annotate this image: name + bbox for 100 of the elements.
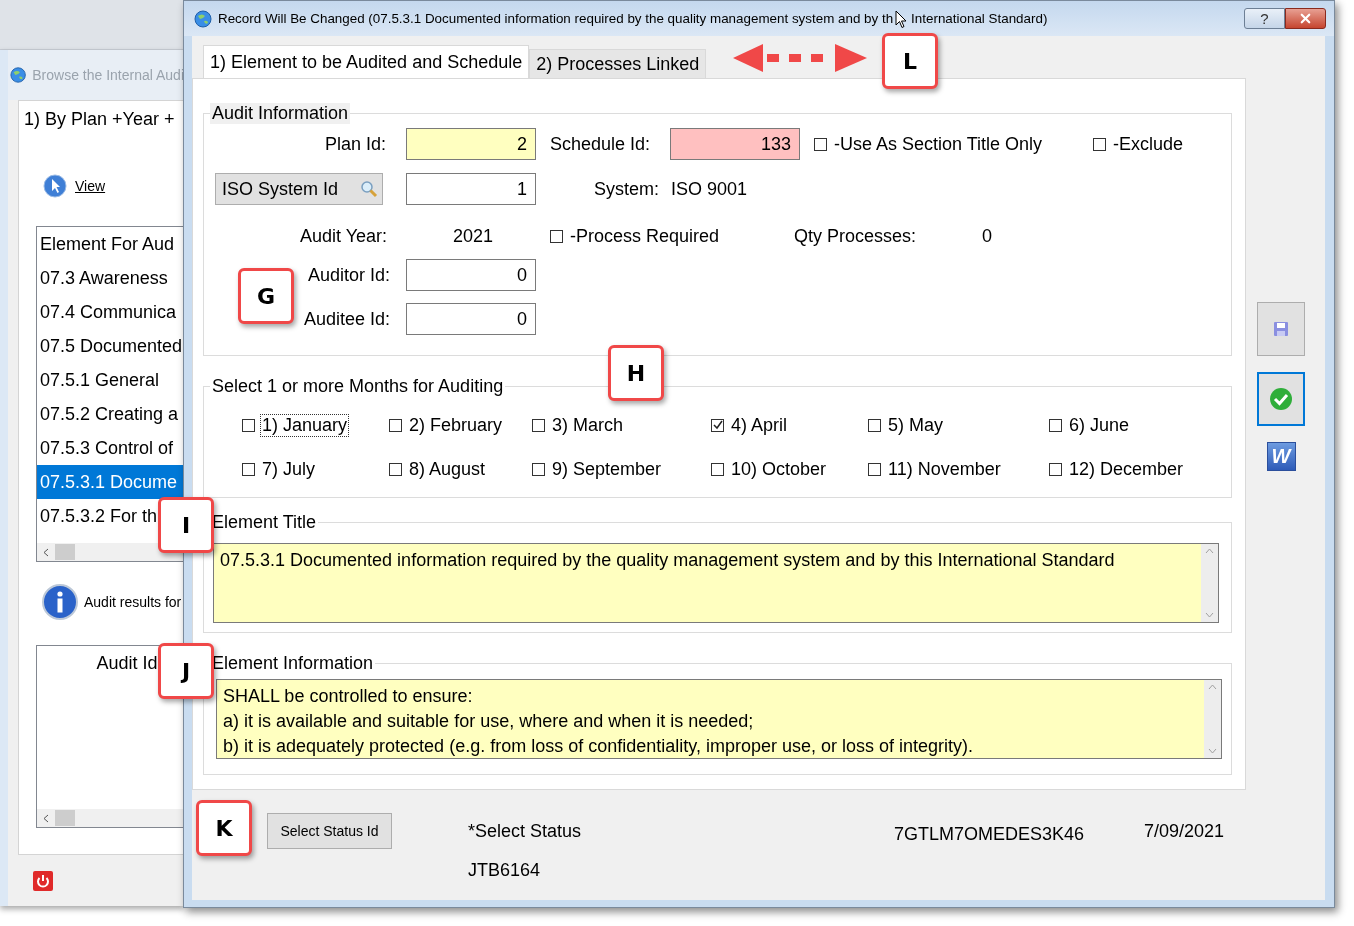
field-label: Plan Id: [323, 133, 386, 155]
checkbox[interactable] [711, 462, 724, 476]
scrollbar-thumb[interactable] [55, 810, 75, 826]
checkbox-label[interactable]: 7) July [261, 458, 316, 480]
select-status-button[interactable]: Select Status Id [267, 813, 392, 849]
checkbox-label[interactable]: 8) August [408, 458, 487, 480]
info-icon [42, 584, 78, 620]
checkbox-label[interactable]: 9) September [551, 458, 663, 480]
scrollbar[interactable] [37, 543, 184, 561]
info-text: Audit results for [84, 594, 182, 610]
view-link[interactable]: View [43, 174, 106, 198]
checkbox[interactable] [1049, 418, 1062, 432]
field-value: 0 [982, 225, 992, 247]
checkbox[interactable] [711, 418, 724, 432]
checkbox[interactable] [868, 462, 881, 476]
scroll-left-icon[interactable] [43, 547, 49, 557]
auditee-id-field[interactable]: 0 [406, 303, 536, 335]
column-header: Audit Id [95, 652, 158, 675]
checkbox-label[interactable]: 1) January [261, 414, 349, 436]
iso-system-id-field[interactable]: 1 [406, 173, 536, 205]
window-title: International Standard) [911, 11, 1048, 26]
checkbox-label[interactable]: 11) November [887, 458, 1002, 480]
field-value: ISO 9001 [671, 178, 748, 200]
globe-icon [194, 9, 212, 28]
field-text: 07.5.3.1 Documented information required by the quality management system and by this International Standard [219, 549, 1116, 572]
close-icon [1298, 11, 1313, 26]
list-item[interactable]: 07.4 Communica [37, 295, 184, 329]
checkbox-label[interactable]: 5) May [887, 414, 944, 436]
field-label: Audit Year: [298, 225, 387, 247]
list-item[interactable]: 07.5.3.1 Docume [37, 465, 184, 499]
element-title-field[interactable]: 07.5.3.1 Documented information required by the quality management system and by this International Standard [213, 543, 1219, 623]
close-button[interactable] [1285, 8, 1326, 29]
checkbox[interactable] [868, 418, 881, 432]
field-label: Qty Processes: [794, 225, 918, 247]
tab[interactable]: 2) Processes Linked [529, 49, 707, 78]
plan-id-field[interactable]: 2 [406, 128, 536, 160]
status-label: *Select Status [468, 821, 582, 842]
checkbox-label[interactable]: -Use As Section Title Only [833, 133, 1044, 155]
search-icon [360, 180, 378, 198]
power-icon[interactable] [33, 870, 53, 891]
group-title: Element Title [211, 512, 318, 533]
field-value: 2021 [453, 225, 495, 247]
field-label: Schedule Id: [550, 133, 652, 155]
schedule-id-field[interactable]: 133 [670, 128, 800, 160]
list-item[interactable]: 07.5.2 Creating a [37, 397, 184, 431]
column-header: Element For Aud [39, 233, 175, 256]
callout-badge: G [238, 268, 294, 324]
checkbox[interactable] [814, 137, 827, 151]
tab[interactable]: 1) By Plan +Year + [24, 109, 175, 130]
checkbox[interactable] [532, 418, 545, 432]
element-information-field[interactable] [216, 679, 1222, 759]
help-button[interactable]: ? [1244, 8, 1285, 29]
word-export-button[interactable]: W [1266, 442, 1296, 471]
checkbox[interactable] [389, 418, 402, 432]
field-label: Auditee Id: [302, 308, 390, 330]
user-id: JTB6164 [468, 860, 541, 881]
checkbox[interactable] [532, 462, 545, 476]
scrollbar[interactable] [37, 809, 184, 827]
checkbox[interactable] [242, 462, 255, 476]
group-title: Element Information [211, 653, 375, 674]
callout-badge: L [882, 33, 938, 89]
cursor-icon [895, 10, 908, 29]
field-label: System: [594, 178, 660, 200]
checkbox-label[interactable]: -Exclude [1112, 133, 1185, 155]
list-item[interactable]: 07.5 Documented [37, 329, 184, 363]
pointer-icon [43, 174, 67, 198]
tab[interactable]: 1) Element to be Audited and Schedule [203, 45, 530, 78]
window-title: Record Will Be Changed (07.5.3.1 Documented information required by the quality management system and by th [218, 11, 894, 26]
group-title: Audit Information [210, 103, 351, 124]
checkbox[interactable] [1049, 462, 1062, 476]
checkbox-label[interactable]: -Process Required [569, 225, 721, 247]
group-title: Select 1 or more Months for Auditing [211, 376, 505, 397]
field-label: Auditor Id: [306, 264, 390, 286]
confirm-button[interactable] [1257, 372, 1305, 426]
checkbox[interactable] [550, 229, 563, 243]
check-icon [1269, 387, 1293, 411]
record-date: 7/09/2021 [1144, 821, 1225, 842]
iso-system-button[interactable]: ISO System Id [215, 173, 383, 205]
auditor-id-field[interactable]: 0 [406, 259, 536, 291]
checkbox-label[interactable]: 2) February [408, 414, 504, 436]
list-item[interactable]: 07.3 Awareness [37, 261, 184, 295]
record-code: 7GTLM7OMEDES3K46 [894, 824, 1086, 845]
callout-badge: H [608, 345, 664, 401]
scroll-left-icon[interactable] [43, 813, 49, 823]
window-title: Browse the Internal Audi [32, 67, 184, 83]
field-text: SHALL be controlled to ensure: a) it is available and suitable for use, where and when it is needed; b) it is adequately protected (e.g. from loss of confidentiality, improper use, or loss of integrity). [222, 685, 974, 758]
checkbox-label[interactable]: 3) March [551, 414, 624, 436]
checkbox-label[interactable]: 4) April [730, 414, 789, 436]
checkbox-label[interactable]: 12) December [1068, 458, 1185, 480]
callout-badge: J [158, 643, 214, 699]
checkbox[interactable] [1093, 137, 1106, 151]
callout-badge: K [196, 800, 252, 856]
scrollbar-thumb[interactable] [55, 544, 75, 560]
list-item[interactable]: 07.5.3 Control of [37, 431, 184, 465]
checkbox[interactable] [389, 462, 402, 476]
checkbox-label[interactable]: 6) June [1068, 414, 1131, 436]
checkbox[interactable] [242, 418, 255, 432]
list-item[interactable]: 07.5.1 General [37, 363, 184, 397]
checkbox-label[interactable]: 10) October [730, 458, 828, 480]
callout-badge: I [158, 497, 214, 553]
